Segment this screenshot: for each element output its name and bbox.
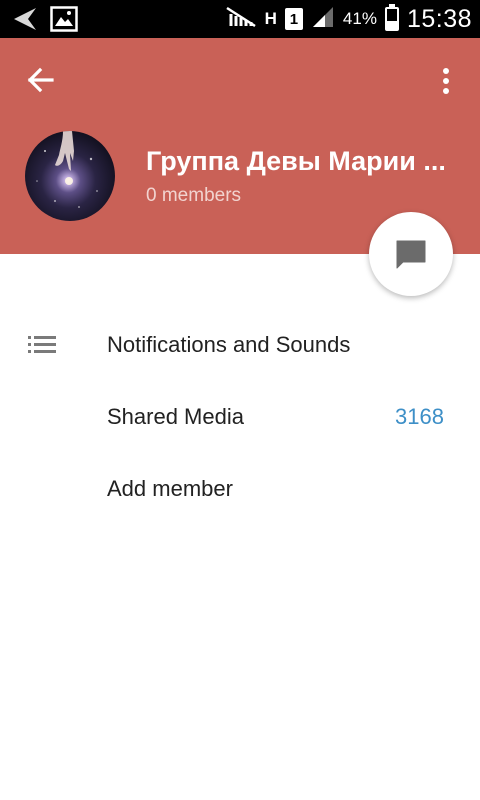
more-vertical-icon <box>443 68 449 94</box>
group-title: Группа Девы Марии ... <box>146 146 446 176</box>
chat-bubble-icon <box>396 240 426 269</box>
network-type: H <box>264 9 277 28</box>
shared-media-item[interactable]: Shared Media 3168 <box>0 387 480 447</box>
notifications-and-sounds-item[interactable]: Notifications and Sounds <box>0 315 480 375</box>
shared-media-label: Shared Media <box>107 404 244 429</box>
galaxy-hand-image <box>36 131 98 208</box>
member-count: 0 members <box>146 185 242 206</box>
arrow-back-icon <box>27 67 54 93</box>
list-icon <box>28 334 56 356</box>
group-avatar[interactable] <box>25 131 115 221</box>
status-bar: H 1 41% 15:38 <box>0 0 480 38</box>
notifications-label: Notifications and Sounds <box>107 332 351 357</box>
battery-level <box>386 20 397 29</box>
back-caret-icon <box>10 5 40 38</box>
add-member-item[interactable]: Add member <box>0 459 480 519</box>
no-signal-icon <box>225 6 257 33</box>
more-options-button[interactable] <box>436 66 456 96</box>
gallery-icon <box>50 6 78 37</box>
shared-media-count: 3168 <box>395 404 444 429</box>
battery-icon <box>384 4 399 31</box>
back-button[interactable] <box>22 64 62 96</box>
write-message-button[interactable] <box>369 212 453 296</box>
add-member-label: Add member <box>107 476 233 501</box>
battery-percent: 41% <box>342 9 377 28</box>
signal-strength-icon <box>311 5 335 34</box>
sim-badge: 1 <box>284 8 303 30</box>
clock: 15:38 <box>406 4 472 33</box>
